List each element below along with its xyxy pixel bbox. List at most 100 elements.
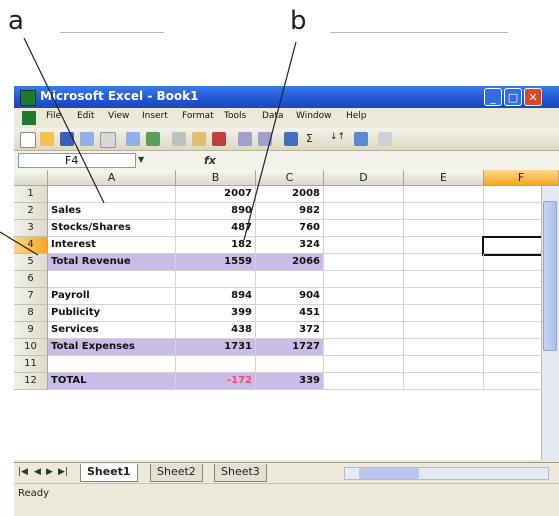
menu-tools[interactable]: Tools (224, 111, 246, 121)
print-icon[interactable] (100, 132, 116, 148)
column-header-c[interactable]: C (256, 170, 324, 186)
column-header-b[interactable]: B (176, 170, 256, 186)
cell-a10[interactable]: Total Expenses (48, 339, 176, 356)
menu-insert[interactable]: Insert (142, 111, 168, 121)
cell-c1[interactable]: 2008 (256, 186, 324, 203)
cell-d5[interactable] (324, 254, 404, 271)
open-icon[interactable] (40, 132, 54, 146)
cell-a4[interactable]: Interest (48, 237, 176, 254)
autosum-icon[interactable]: Σ (306, 132, 313, 145)
cut-icon[interactable] (172, 132, 186, 146)
row-header-10[interactable]: 10 (14, 339, 48, 356)
cell-d1[interactable] (324, 186, 404, 203)
menu-file[interactable]: File (46, 111, 61, 121)
cell-c10[interactable]: 1727 (256, 339, 324, 356)
cell-a6[interactable] (48, 271, 176, 288)
close-button[interactable]: ✕ (524, 88, 542, 106)
cell-d11[interactable] (324, 356, 404, 373)
cell-b6[interactable] (176, 271, 256, 288)
row-header-12[interactable]: 12 (14, 373, 48, 390)
cell-e12[interactable] (404, 373, 484, 390)
spelling-icon[interactable] (146, 132, 160, 146)
cell-c5[interactable]: 2066 (256, 254, 324, 271)
menu-view[interactable]: View (108, 111, 129, 121)
cell-d9[interactable] (324, 322, 404, 339)
row-header-4[interactable]: 4 (14, 237, 48, 254)
row-header-3[interactable]: 3 (14, 220, 48, 237)
cell-b2[interactable]: 890 (176, 203, 256, 220)
cell-a2[interactable]: Sales (48, 203, 176, 220)
cell-d4[interactable] (324, 237, 404, 254)
chevron-down-icon[interactable]: ▼ (138, 155, 144, 164)
cell-d3[interactable] (324, 220, 404, 237)
cell-a1[interactable] (48, 186, 176, 203)
workbook-icon[interactable] (22, 111, 36, 125)
cell-b8[interactable]: 399 (176, 305, 256, 322)
cell-c12[interactable]: 339 (256, 373, 324, 390)
cell-e7[interactable] (404, 288, 484, 305)
cell-c3[interactable]: 760 (256, 220, 324, 237)
cell-a9[interactable]: Services (48, 322, 176, 339)
cell-b3[interactable]: 487 (176, 220, 256, 237)
cell-b1[interactable]: 2007 (176, 186, 256, 203)
menu-window[interactable]: Window (296, 111, 332, 121)
column-header-e[interactable]: E (404, 170, 484, 186)
chart-wizard-icon[interactable] (354, 132, 368, 146)
cell-a12[interactable]: TOTAL (48, 373, 176, 390)
cell-c8[interactable]: 451 (256, 305, 324, 322)
cell-c7[interactable]: 904 (256, 288, 324, 305)
cell-c11[interactable] (256, 356, 324, 373)
cell-a3[interactable]: Stocks/Shares (48, 220, 176, 237)
cell-a7[interactable]: Payroll (48, 288, 176, 305)
row-header-1[interactable]: 1 (14, 186, 48, 203)
cell-b5[interactable]: 1559 (176, 254, 256, 271)
fx-icon[interactable]: fx (204, 154, 216, 167)
cell-e10[interactable] (404, 339, 484, 356)
next-sheet-icon[interactable]: ▶ (46, 467, 53, 477)
print-preview-icon[interactable] (126, 132, 140, 146)
row-header-8[interactable]: 8 (14, 305, 48, 322)
save-icon[interactable] (60, 132, 74, 146)
prev-sheet-icon[interactable]: ◀ (34, 467, 41, 477)
column-header-a[interactable]: A (48, 170, 176, 186)
paste-icon[interactable] (192, 132, 206, 146)
column-header-d[interactable]: D (324, 170, 404, 186)
cell-c4[interactable]: 324 (256, 237, 324, 254)
cell-a5[interactable]: Total Revenue (48, 254, 176, 271)
minimize-button[interactable]: _ (484, 88, 502, 106)
cell-e9[interactable] (404, 322, 484, 339)
row-header-2[interactable]: 2 (14, 203, 48, 220)
hyperlink-icon[interactable] (284, 132, 298, 146)
horizontal-scroll-thumb[interactable] (359, 468, 419, 479)
redo-icon[interactable] (258, 132, 272, 146)
vertical-scroll-thumb[interactable] (543, 201, 557, 351)
cell-d2[interactable] (324, 203, 404, 220)
select-all-corner[interactable] (14, 170, 48, 186)
first-sheet-icon[interactable]: |◀ (18, 467, 28, 477)
column-header-f[interactable]: F (484, 170, 559, 186)
cell-e11[interactable] (404, 356, 484, 373)
cell-b4[interactable]: 182 (176, 237, 256, 254)
row-header-11[interactable]: 11 (14, 356, 48, 373)
cell-d8[interactable] (324, 305, 404, 322)
cell-d12[interactable] (324, 373, 404, 390)
last-sheet-icon[interactable]: ▶| (58, 467, 68, 477)
menu-format[interactable]: Format (182, 111, 214, 121)
maximize-button[interactable]: □ (504, 88, 522, 106)
cell-e8[interactable] (404, 305, 484, 322)
menu-edit[interactable]: Edit (77, 111, 94, 121)
zoom-icon[interactable] (378, 132, 392, 146)
cell-e4[interactable] (404, 237, 484, 254)
cell-c6[interactable] (256, 271, 324, 288)
new-icon[interactable] (20, 132, 36, 148)
cell-e3[interactable] (404, 220, 484, 237)
row-header-5[interactable]: 5 (14, 254, 48, 271)
row-header-9[interactable]: 9 (14, 322, 48, 339)
cell-a8[interactable]: Publicity (48, 305, 176, 322)
tab-sheet1[interactable]: Sheet1 (80, 464, 138, 482)
menu-help[interactable]: Help (346, 111, 367, 121)
row-header-7[interactable]: 7 (14, 288, 48, 305)
menu-data[interactable]: Data (262, 111, 284, 121)
sort-icon[interactable]: ↓↑ (330, 132, 345, 142)
cell-b10[interactable]: 1731 (176, 339, 256, 356)
